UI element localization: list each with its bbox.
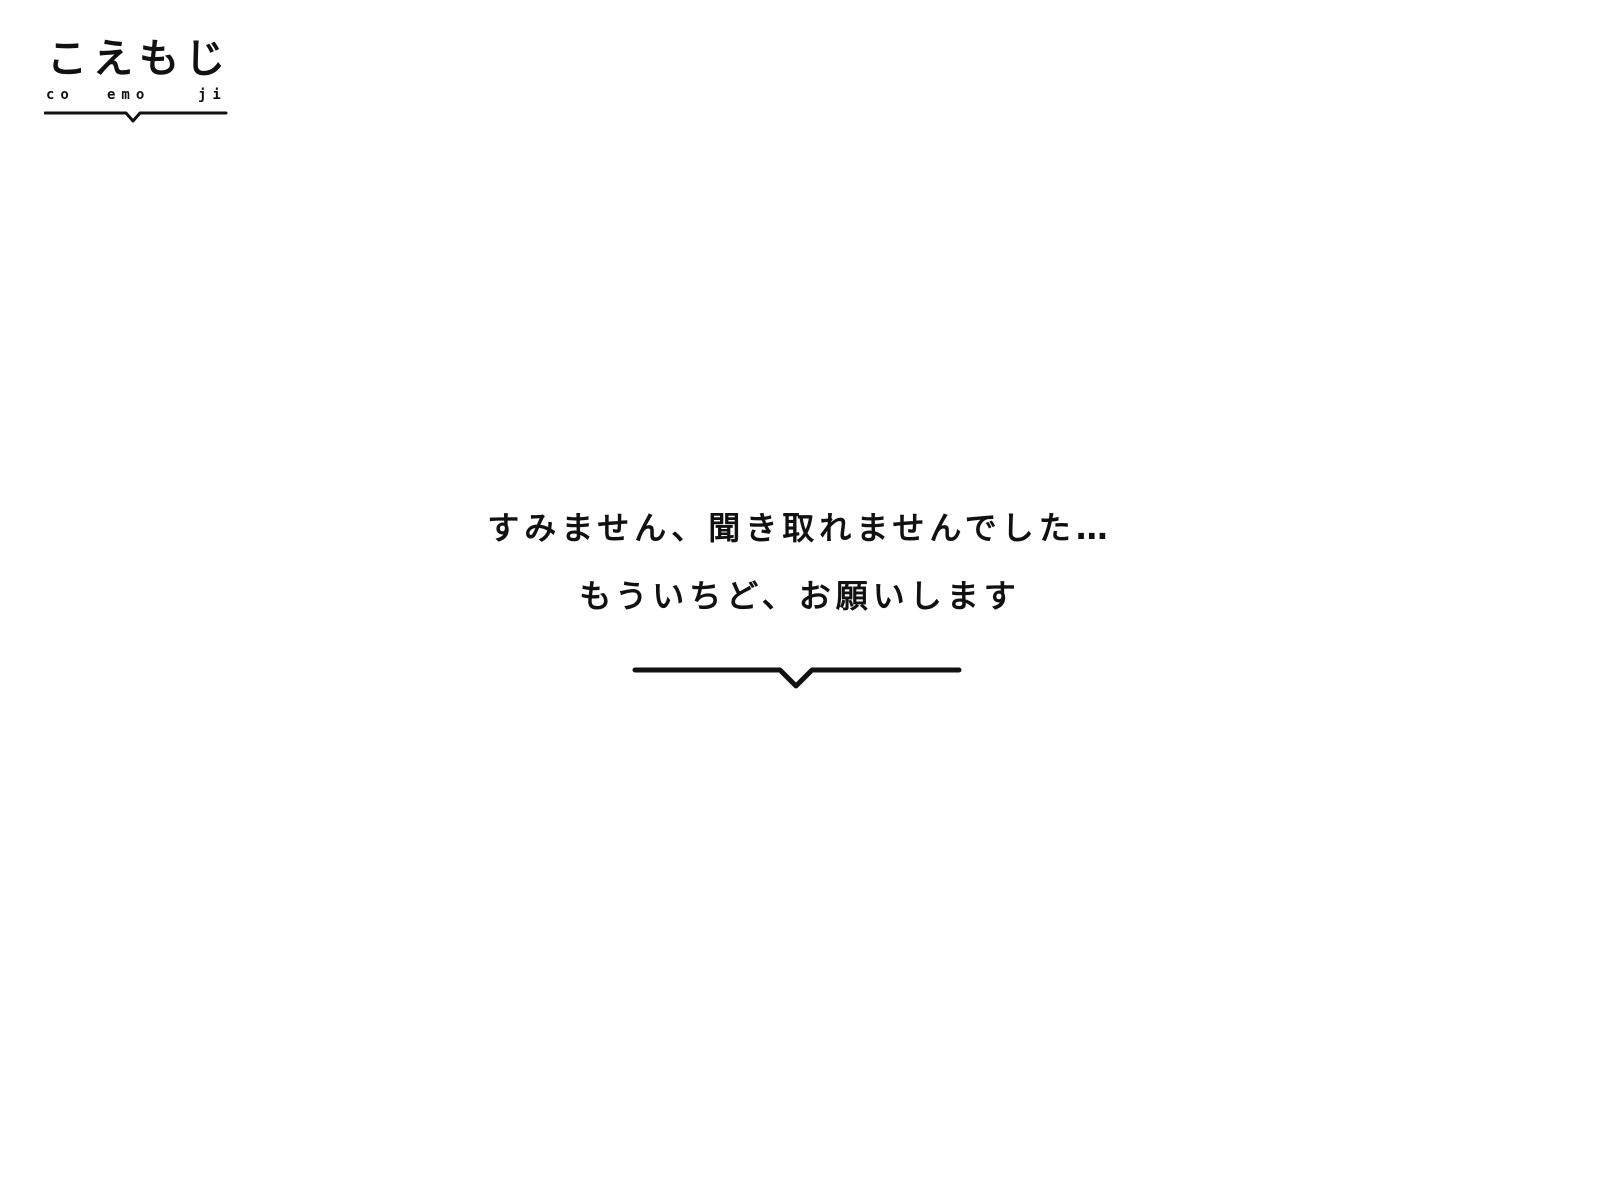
coemoji-logo[interactable]: こ え も じ co emo ji bbox=[44, 34, 228, 130]
speech-bubble-underline-icon bbox=[632, 667, 962, 689]
error-message: すみません、聞き取れませんでした… もういちど、お願いします bbox=[0, 508, 1600, 616]
error-message-line: すみません、聞き取れませんでした… bbox=[487, 509, 1113, 547]
logo-romaji-part: co bbox=[46, 87, 75, 103]
logo-wordmark: こ え も じ bbox=[44, 34, 228, 84]
logo-romaji: co emo ji bbox=[44, 86, 228, 104]
retry-prompt-line: もういちど、お願いします bbox=[579, 577, 1021, 615]
logo-romaji-part: emo bbox=[107, 87, 151, 103]
logo-char: こ bbox=[47, 36, 87, 82]
logo-char: も bbox=[139, 36, 179, 82]
speech-bubble-underline-icon bbox=[44, 111, 228, 123]
logo-char: じ bbox=[185, 36, 225, 82]
logo-romaji-part: ji bbox=[198, 87, 227, 103]
logo-char: え bbox=[93, 36, 133, 82]
